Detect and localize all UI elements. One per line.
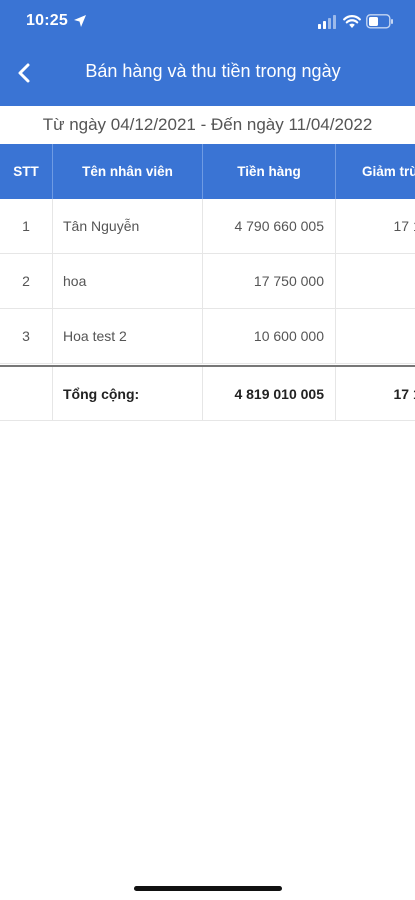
row-stt: 2 [0, 254, 53, 308]
wifi-icon [343, 15, 361, 28]
status-bar: 10:25 [0, 0, 415, 46]
row-employee-name: Tân Nguyễn [53, 199, 203, 253]
row-employee-name: Hoa test 2 [53, 309, 203, 363]
column-header-employee: Tên nhân viên [53, 144, 203, 199]
page-title: Bán hàng và thu tiền trong ngày [85, 61, 341, 81]
row-employee-name: hoa [53, 254, 203, 308]
battery-icon [366, 14, 393, 29]
row-discount: 17 165 1 [393, 218, 415, 234]
table-row[interactable]: 2 hoa 17 750 000 [0, 254, 415, 309]
table-header-row: STT Tên nhân viên Tiền hàng Giảm trừ [0, 144, 415, 199]
status-time: 10:25 [26, 12, 68, 29]
location-arrow-icon [74, 15, 86, 27]
total-amount: 4 819 010 005 [203, 367, 336, 420]
total-discount: 17 165 1 [393, 385, 415, 402]
sales-table: STT Tên nhân viên Tiền hàng Giảm trừ 1 T… [0, 144, 415, 424]
back-button[interactable] [10, 58, 38, 88]
column-header-discount: Giảm trừ [362, 164, 415, 179]
total-stt-empty [0, 367, 53, 420]
total-label: Tổng cộng: [53, 367, 203, 420]
row-stt: 3 [0, 309, 53, 363]
row-discount [336, 309, 415, 363]
row-amount: 17 750 000 [203, 254, 336, 308]
cellular-signal-icon [318, 15, 336, 29]
date-range-label: Từ ngày 04/12/2021 - Đến ngày 11/04/2022 [0, 106, 415, 144]
app-header: 10:25 Bán hàng và thu tiền trong ngày [0, 0, 415, 106]
table-row[interactable]: 1 Tân Nguyễn 4 790 660 005 17 165 1 [0, 199, 415, 254]
row-amount: 4 790 660 005 [203, 199, 336, 253]
row-stt: 1 [0, 199, 53, 253]
row-discount [336, 254, 415, 308]
table-total-row: Tổng cộng: 4 819 010 005 17 165 1 [0, 365, 415, 421]
column-header-amount: Tiền hàng [203, 144, 336, 199]
chevron-left-icon [18, 63, 30, 83]
table-row[interactable]: 3 Hoa test 2 10 600 000 [0, 309, 415, 364]
row-amount: 10 600 000 [203, 309, 336, 363]
column-header-stt: STT [0, 144, 53, 199]
home-indicator[interactable] [134, 886, 282, 891]
